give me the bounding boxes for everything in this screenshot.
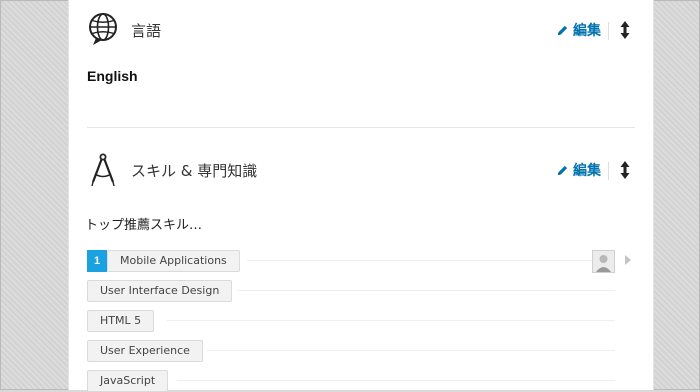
section-title-languages: 言語 [131,22,162,40]
skill-pill[interactable]: JavaScript [87,370,169,392]
section-divider [87,127,635,128]
compass-icon [87,152,121,187]
skill-row: User Interface Design [87,280,635,302]
skill-row: HTML 5 [87,310,635,332]
skill-row: 1 Mobile Applications [87,250,635,273]
section-title-skills: スキル & 専門知識 [131,162,258,180]
skill-pill[interactable]: User Interface Design [87,280,233,302]
reorder-languages-button[interactable] [617,20,633,40]
chevron-right-icon[interactable] [625,255,631,265]
row-line [167,320,615,321]
skill-pill[interactable]: User Experience [87,340,203,362]
row-line [177,380,615,381]
up-down-arrow-icon [620,21,630,39]
row-line [247,260,615,261]
rank-badge: 1 [87,250,107,272]
endorser-avatar[interactable] [592,250,615,273]
top-skills-label: トップ推薦スキル… [85,218,203,233]
language-item: English [87,68,138,84]
edit-label: 編集 [573,163,601,179]
edit-skills-button[interactable]: 編集 [556,160,601,180]
pencil-icon [557,25,568,35]
reorder-skills-button[interactable] [617,160,633,180]
globe-speech-icon [87,12,121,46]
languages-header: 言語 編集 [87,12,635,48]
pencil-icon [557,165,568,175]
skill-row: User Experience [87,340,635,362]
row-line [207,350,615,351]
skill-pill[interactable]: HTML 5 [87,310,155,332]
header-divider [608,22,609,40]
up-down-arrow-icon [620,161,630,179]
edit-label: 編集 [573,23,601,39]
profile-card: 言語 編集 English スキル & 専門知識 編集 トップ推薦スキル… 1 … [68,0,654,392]
row-line [237,290,615,291]
skill-row: JavaScript [87,370,635,392]
skill-pill[interactable]: Mobile Applications [107,250,240,272]
edit-languages-button[interactable]: 編集 [556,20,601,40]
header-divider [608,162,609,180]
skills-header: スキル & 専門知識 編集 [87,152,635,188]
